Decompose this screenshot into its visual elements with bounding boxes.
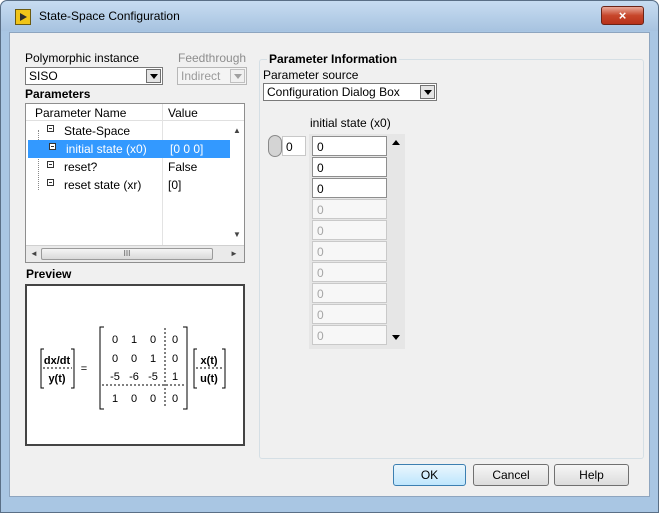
window-title: State-Space Configuration <box>39 9 180 23</box>
labview-app-icon <box>15 9 31 25</box>
polymorphic-instance-value: SISO <box>29 69 58 83</box>
scroll-right-icon[interactable]: ► <box>230 249 238 258</box>
preview-panel: dx/dt y(t) = 0 1 0 0 0 0 1 0 -5 -6 -5 1 1 0 0 0 x(t) u(… <box>25 284 245 446</box>
rhs-x: x(t) <box>200 355 217 367</box>
polymorphic-instance-label: Polymorphic instance <box>25 51 140 65</box>
tree-row-selected[interactable]: initial state (x0) [0 0 0] <box>28 140 230 158</box>
parameters-tree[interactable]: Parameter Name Value State-Space initial… <box>25 103 245 263</box>
rhs-u: u(t) <box>200 373 218 385</box>
matrix-cell: 1 <box>112 393 118 405</box>
matrix-cell: 1 <box>150 353 156 365</box>
tree-row-value: [0] <box>168 178 182 192</box>
feedthrough-select[interactable]: Indirect <box>177 67 247 85</box>
tree-row-value: False <box>168 160 198 174</box>
matrix-cell: 1 <box>131 334 137 346</box>
array-element[interactable]: 0 <box>312 241 387 261</box>
title-bar[interactable]: State-Space Configuration × <box>1 1 658 31</box>
matrix-cell: 0 <box>131 393 137 405</box>
array-element[interactable]: 0 <box>312 325 387 345</box>
scroll-down-icon[interactable]: ▼ <box>233 230 241 239</box>
parameters-label: Parameters <box>25 87 91 101</box>
tree-row-name: reset? <box>64 160 98 174</box>
array-element[interactable]: 0 <box>312 178 387 198</box>
tree-row[interactable]: reset state (xr) [0] <box>26 176 244 194</box>
matrix-cell: 0 <box>172 353 178 365</box>
polymorphic-instance-select[interactable]: SISO <box>25 67 163 85</box>
matrix-cell: 0 <box>112 353 118 365</box>
column-header-value[interactable]: Value <box>168 106 198 120</box>
tree-vertical-scrollbar[interactable]: ▲ ▼ <box>227 104 244 246</box>
tree-node-icon <box>49 143 56 150</box>
tree-row[interactable]: State-Space <box>26 122 244 140</box>
tree-header: Parameter Name Value <box>26 104 244 121</box>
array-element[interactable]: 0 <box>312 199 387 219</box>
scroll-up-icon[interactable]: ▲ <box>233 126 241 135</box>
tree-node-icon <box>47 179 54 186</box>
tree-row-value: [0 0 0] <box>170 142 204 156</box>
matrix-cell: 0 <box>172 393 178 405</box>
close-button[interactable]: × <box>601 6 644 25</box>
equals-sign: = <box>81 363 87 375</box>
matrix-cell: -6 <box>129 371 139 383</box>
array-index-display[interactable]: 0 <box>282 136 306 156</box>
cancel-button[interactable]: Cancel <box>473 464 549 486</box>
feedthrough-label: Feedthrough <box>178 51 247 65</box>
parameter-source-value: Configuration Dialog Box <box>267 85 400 99</box>
array-label: initial state (x0) <box>310 116 391 130</box>
tree-node-icon <box>47 161 54 168</box>
array-element[interactable]: 0 <box>312 283 387 303</box>
tree-horizontal-scrollbar[interactable]: ◄ III ► <box>26 245 244 262</box>
array-element[interactable]: 0 <box>312 136 387 156</box>
matrix-cell: 0 <box>150 334 156 346</box>
preview-label: Preview <box>26 267 72 281</box>
scroll-up-icon[interactable] <box>391 139 401 147</box>
matrix-cell: -5 <box>148 371 158 383</box>
dialog-window: State-Space Configuration × Polymorphic … <box>0 0 659 513</box>
matrix-cell: 0 <box>172 334 178 346</box>
matrix-cell: 0 <box>150 393 156 405</box>
matrix-cell: 0 <box>131 353 137 365</box>
matrix-cell: -5 <box>110 371 120 383</box>
array-element[interactable]: 0 <box>312 262 387 282</box>
dialog-body: Polymorphic instance SISO Feedthrough In… <box>9 32 650 497</box>
lhs-dxdt: dx/dt <box>44 355 71 367</box>
chevron-down-icon[interactable] <box>230 69 245 83</box>
scroll-left-icon[interactable]: ◄ <box>30 249 38 258</box>
array-element[interactable]: 0 <box>312 157 387 177</box>
matrix-cell: 0 <box>112 334 118 346</box>
chevron-down-icon[interactable] <box>420 85 435 99</box>
matrix-cell: 1 <box>172 371 178 383</box>
parameter-source-label: Parameter source <box>263 68 359 82</box>
column-header-name[interactable]: Parameter Name <box>35 106 126 120</box>
parameter-information-label: Parameter Information <box>267 52 400 66</box>
tree-node-icon <box>47 125 54 132</box>
tree-row-name: State-Space <box>64 124 131 138</box>
state-space-equation: dx/dt y(t) = 0 1 0 0 0 0 1 0 -5 -6 -5 1 1 0 0 0 x(t) u(… <box>40 326 226 410</box>
tree-row[interactable]: reset? False <box>26 158 244 176</box>
chevron-down-icon[interactable] <box>146 69 161 83</box>
feedthrough-value: Indirect <box>181 69 221 83</box>
help-button[interactable]: Help <box>554 464 629 486</box>
index-spinner-icon[interactable] <box>268 135 282 157</box>
array-element[interactable]: 0 <box>312 220 387 240</box>
parameter-source-select[interactable]: Configuration Dialog Box <box>263 83 437 101</box>
scroll-down-icon[interactable] <box>391 334 401 342</box>
scroll-thumb[interactable]: III <box>41 248 213 260</box>
lhs-y: y(t) <box>48 373 65 385</box>
array-element[interactable]: 0 <box>312 304 387 324</box>
ok-button[interactable]: OK <box>393 464 466 486</box>
array-control: 0 0 0 0 0 0 0 0 0 0 <box>309 134 405 349</box>
tree-row-name: initial state (x0) <box>66 142 147 156</box>
tree-row-name: reset state (xr) <box>64 178 142 192</box>
